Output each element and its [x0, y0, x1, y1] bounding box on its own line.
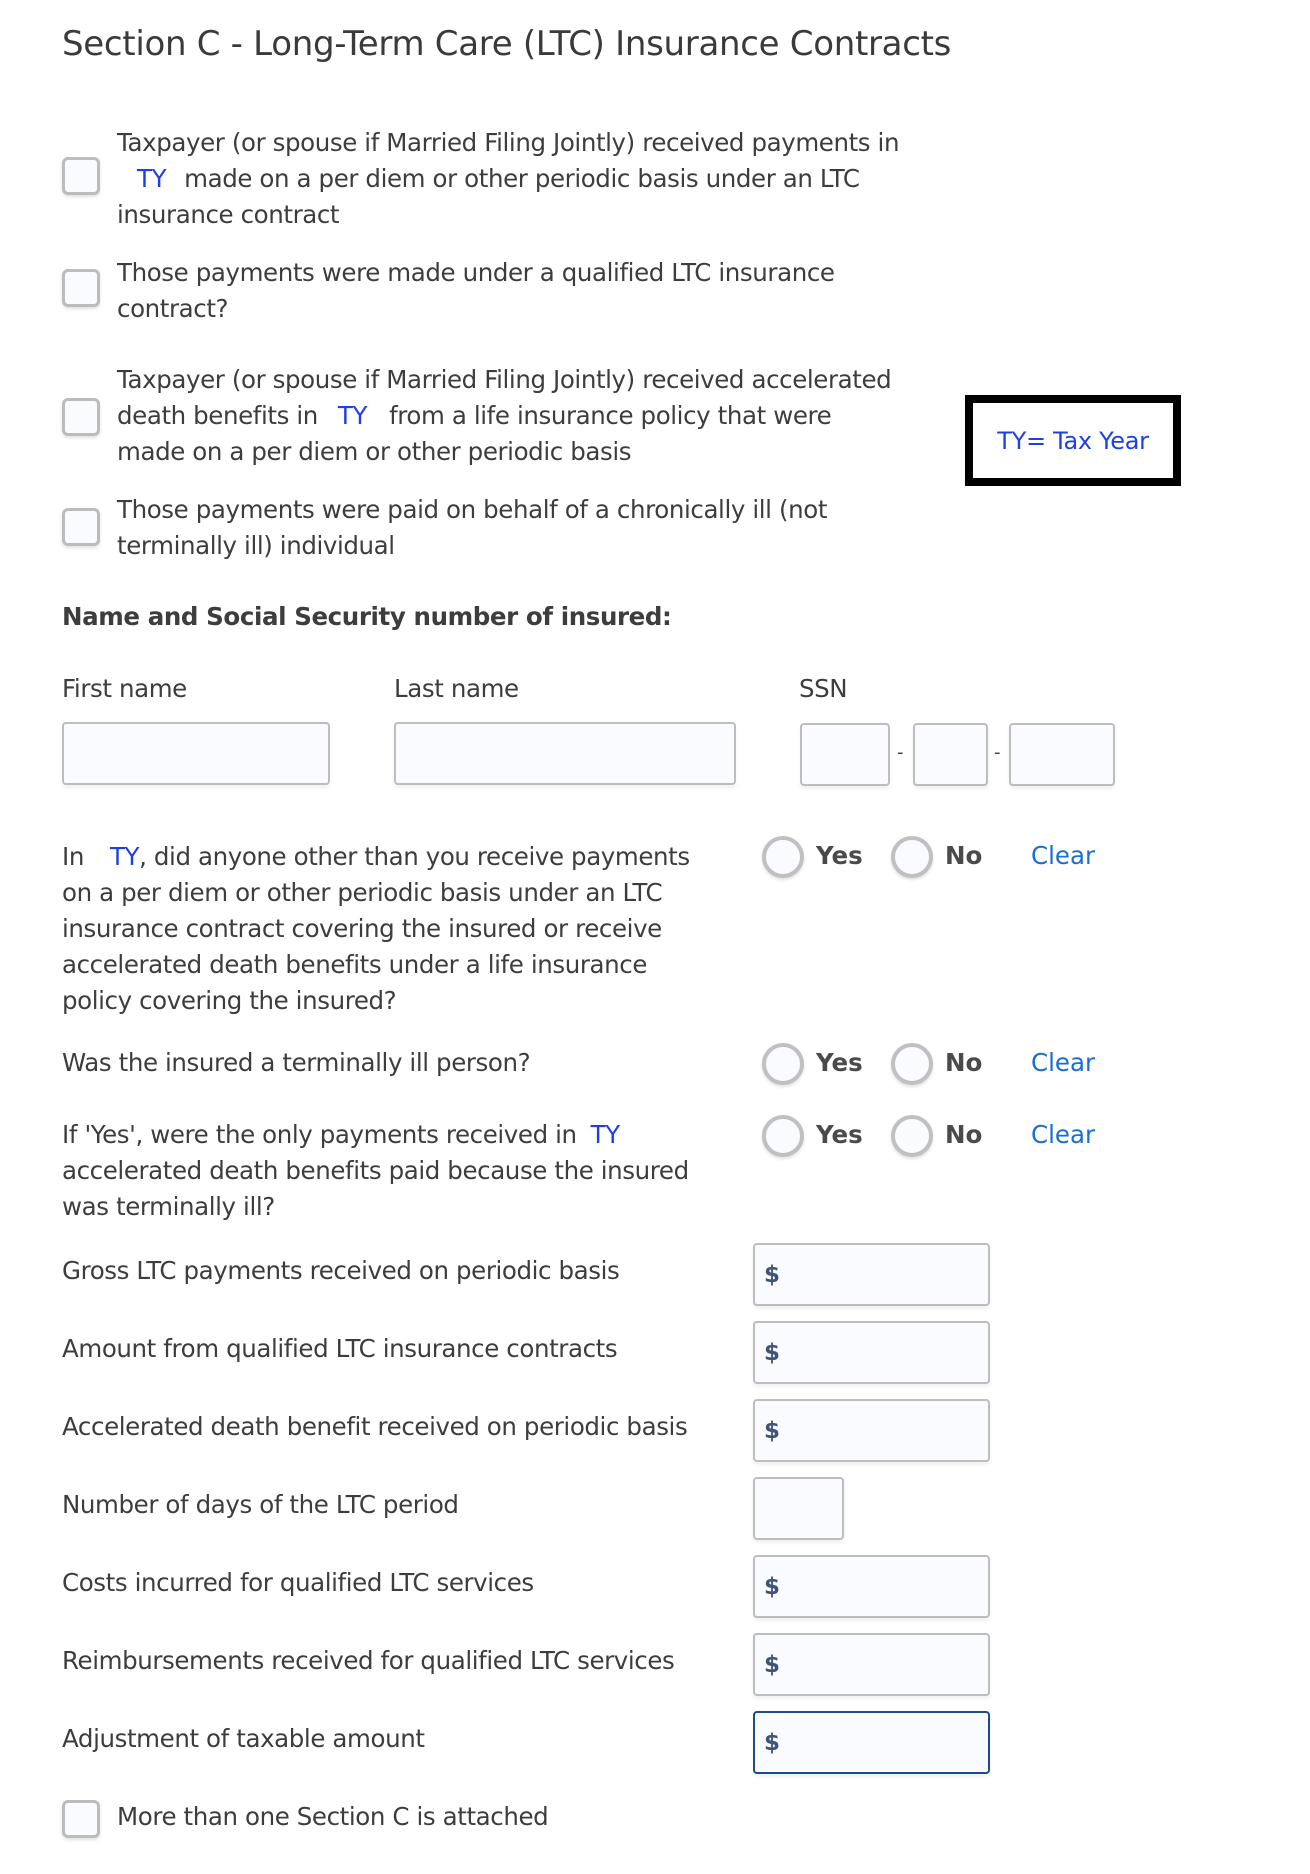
first-name-label: First name	[62, 674, 187, 703]
ssn-part1-input[interactable]	[800, 723, 890, 786]
last-name-input[interactable]	[394, 722, 736, 785]
qualified-ltc-amount-label: Amount from qualified LTC insurance cont…	[62, 1334, 618, 1363]
ltc-days-label: Number of days of the LTC period	[62, 1490, 459, 1519]
ltc-costs-label: Costs incurred for qualified LTC service…	[62, 1568, 534, 1597]
accelerated-death-benefit-input[interactable]: $	[753, 1399, 990, 1462]
question-line: If 'Yes', were the only payments receive…	[62, 1117, 742, 1153]
label-line: TY made on a per diem or other periodic b…	[117, 161, 899, 197]
ty-abbreviation: TY	[337, 401, 368, 430]
question-line: on a per diem or other periodic basis un…	[62, 878, 663, 907]
ty-abbreviation: TY	[109, 842, 140, 871]
checkbox-more-than-one-section-c[interactable]	[62, 1800, 100, 1838]
ty-abbreviation: TY	[590, 1120, 621, 1149]
checkbox-accelerated-death-benefits[interactable]	[62, 398, 100, 436]
label-line: death benefits in TY from a life insurance…	[117, 398, 891, 434]
dollar-icon: $	[764, 1261, 781, 1288]
checkbox-received-payments-label: Taxpayer (or spouse if Married Filing Jo…	[117, 125, 900, 233]
ssn-label: SSN	[799, 674, 848, 703]
dollar-icon: $	[764, 1729, 781, 1756]
label-text: from a life insurance policy that were	[389, 401, 832, 430]
checkbox-qualified-ltc-label: Those payments were made under a qualifi…	[117, 255, 835, 327]
reimbursements-label: Reimbursements received for qualified LT…	[62, 1646, 675, 1675]
q1-clear-link[interactable]: Clear	[1031, 841, 1095, 870]
question-line: insurance contract covering the insured …	[62, 914, 662, 943]
checkbox-chronically-ill[interactable]	[62, 508, 100, 546]
question-text: , did anyone other than you receive paym…	[139, 842, 690, 871]
q3-yes-label[interactable]: Yes	[816, 1120, 863, 1149]
label-text: death benefits in	[117, 401, 318, 430]
label-line: Taxpayer (or spouse if Married Filing Jo…	[117, 128, 900, 157]
taxable-adjustment-label: Adjustment of taxable amount	[62, 1724, 425, 1753]
question-line: policy covering the insured?	[62, 986, 397, 1015]
q3-no-label[interactable]: No	[945, 1120, 982, 1149]
ltc-days-input[interactable]	[753, 1477, 844, 1540]
q3-yes-radio[interactable]	[762, 1115, 804, 1157]
question-only-accelerated-benefits: If 'Yes', were the only payments receive…	[62, 1117, 742, 1225]
dollar-icon: $	[764, 1651, 781, 1678]
question-line: was terminally ill?	[62, 1192, 275, 1221]
question-others-received-payments: In TY, did anyone other than you receive …	[62, 839, 722, 1019]
ssn-separator: -	[897, 742, 904, 763]
ssn-part2-input[interactable]	[913, 723, 988, 786]
qualified-ltc-amount-input[interactable]: $	[753, 1321, 990, 1384]
ltc-costs-input[interactable]: $	[753, 1555, 990, 1618]
label-line: Those payments were paid on behalf of a …	[117, 495, 828, 524]
ssn-separator: -	[994, 742, 1001, 763]
dollar-icon: $	[764, 1573, 781, 1600]
question-text: If 'Yes', were the only payments receive…	[62, 1120, 577, 1149]
ty-legend-text: TY= Tax Year	[997, 426, 1149, 455]
accelerated-death-benefit-label: Accelerated death benefit received on pe…	[62, 1412, 688, 1441]
q1-no-label[interactable]: No	[945, 841, 982, 870]
question-line: accelerated death benefits paid because …	[62, 1156, 689, 1185]
question-line: In TY, did anyone other than you receive …	[62, 839, 722, 875]
checkbox-received-payments[interactable]	[62, 157, 100, 195]
insured-heading: Name and Social Security number of insur…	[62, 602, 672, 631]
ssn-part3-input[interactable]	[1009, 723, 1115, 786]
question-line: accelerated death benefits under a life …	[62, 950, 648, 979]
q2-no-label[interactable]: No	[945, 1048, 982, 1077]
last-name-label: Last name	[394, 674, 519, 703]
first-name-input[interactable]	[62, 722, 330, 785]
question-terminally-ill: Was the insured a terminally ill person?	[62, 1048, 531, 1077]
label-line: Those payments were made under a qualifi…	[117, 258, 835, 287]
taxable-adjustment-input[interactable]: $	[753, 1711, 990, 1774]
reimbursements-input[interactable]: $	[753, 1633, 990, 1696]
checkbox-chronically-ill-label: Those payments were paid on behalf of a …	[117, 492, 827, 564]
label-line: made on a per diem or other periodic bas…	[117, 437, 632, 466]
dollar-icon: $	[764, 1339, 781, 1366]
q2-yes-radio[interactable]	[762, 1043, 804, 1085]
label-line: contract?	[117, 294, 229, 323]
question-text: In	[62, 842, 84, 871]
gross-ltc-payments-input[interactable]: $	[753, 1243, 990, 1306]
section-title: Section C - Long-Term Care (LTC) Insuran…	[62, 24, 952, 64]
label-text: made on a per diem or other periodic bas…	[184, 164, 860, 193]
q1-yes-radio[interactable]	[762, 836, 804, 878]
checkbox-accelerated-death-benefits-label: Taxpayer (or spouse if Married Filing Jo…	[117, 362, 892, 470]
q2-yes-label[interactable]: Yes	[816, 1048, 863, 1077]
label-line: insurance contract	[117, 200, 340, 229]
q2-clear-link[interactable]: Clear	[1031, 1048, 1095, 1077]
label-line: Taxpayer (or spouse if Married Filing Jo…	[117, 365, 892, 394]
q1-yes-label[interactable]: Yes	[816, 841, 863, 870]
q3-clear-link[interactable]: Clear	[1031, 1120, 1095, 1149]
ty-legend-box: TY= Tax Year	[965, 395, 1181, 486]
dollar-icon: $	[764, 1417, 781, 1444]
checkbox-qualified-ltc[interactable]	[62, 269, 100, 307]
q1-no-radio[interactable]	[891, 836, 933, 878]
gross-ltc-payments-label: Gross LTC payments received on periodic …	[62, 1256, 620, 1285]
label-line: terminally ill) individual	[117, 531, 395, 560]
ty-abbreviation: TY	[137, 164, 167, 193]
more-than-one-section-c-label: More than one Section C is attached	[117, 1802, 549, 1831]
q3-no-radio[interactable]	[891, 1115, 933, 1157]
q2-no-radio[interactable]	[891, 1043, 933, 1085]
